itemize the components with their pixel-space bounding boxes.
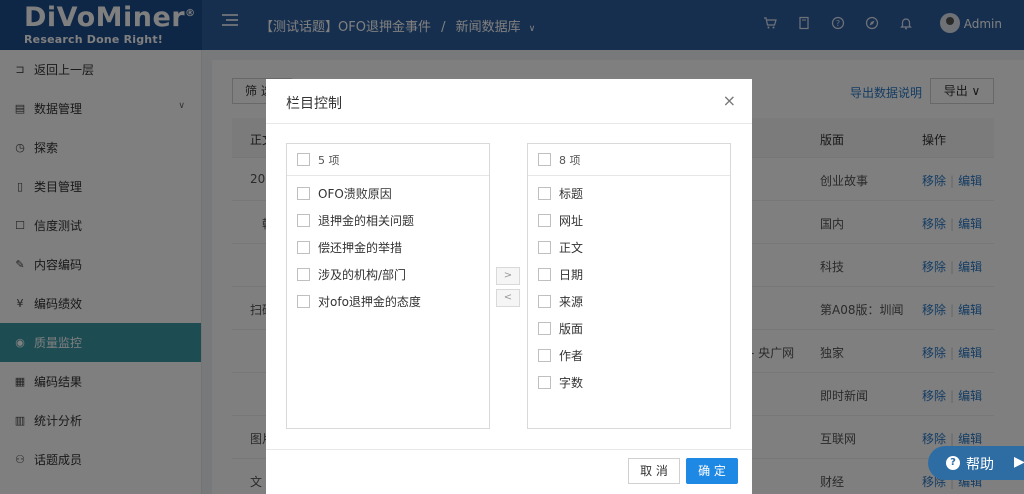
item-checkbox[interactable] [538, 322, 551, 335]
item-label: 日期 [559, 268, 584, 282]
item-label: 作者 [559, 349, 584, 363]
item-label: 字数 [559, 376, 584, 390]
item-checkbox[interactable] [297, 241, 310, 254]
list-item[interactable]: 对ofo退押金的态度 [287, 288, 489, 315]
confirm-button[interactable]: 确 定 [686, 458, 738, 484]
help-label: 帮助 [966, 457, 994, 473]
list-item[interactable]: 网址 [528, 207, 730, 234]
move-right-button[interactable]: > [496, 267, 520, 285]
list-item[interactable]: 退押金的相关问题 [287, 207, 489, 234]
item-label: 偿还押金的举措 [318, 241, 403, 255]
divider [266, 123, 752, 124]
arrow-right-icon[interactable]: ▶ [1014, 454, 1024, 470]
dialog-title: 栏目控制 [286, 96, 342, 112]
item-checkbox[interactable] [538, 268, 551, 281]
selected-columns-panel: 8 项 标题 网址 正文 日期 来源 版面 作者 字数 [527, 143, 731, 429]
help-button[interactable]: ? 帮助 ▶ [928, 446, 1024, 480]
list-item[interactable]: 字数 [528, 369, 730, 396]
item-checkbox[interactable] [297, 295, 310, 308]
item-label: 标题 [559, 187, 584, 201]
item-label: 对ofo退押金的态度 [318, 295, 421, 309]
available-columns-panel: 5 项 OFO溃败原因 退押金的相关问题 偿还押金的举措 涉及的机构/部门 对o… [286, 143, 490, 429]
item-label: 正文 [559, 241, 584, 255]
column-control-dialog: 栏目控制 × 5 项 OFO溃败原因 退押金的相关问题 偿还押金的举措 涉及的机… [266, 79, 752, 494]
list-item[interactable]: 来源 [528, 288, 730, 315]
select-all-checkbox[interactable] [297, 153, 310, 166]
list-item[interactable]: 正文 [528, 234, 730, 261]
item-checkbox[interactable] [297, 268, 310, 281]
panel-header: 8 项 [528, 144, 730, 176]
item-checkbox[interactable] [538, 349, 551, 362]
list-item[interactable]: 作者 [528, 342, 730, 369]
item-checkbox[interactable] [538, 241, 551, 254]
move-left-button[interactable]: < [496, 289, 520, 307]
list-item[interactable]: 涉及的机构/部门 [287, 261, 489, 288]
item-label: 网址 [559, 214, 584, 228]
select-all-checkbox[interactable] [538, 153, 551, 166]
item-checkbox[interactable] [538, 214, 551, 227]
item-label: 退押金的相关问题 [318, 214, 415, 228]
item-checkbox[interactable] [297, 187, 310, 200]
item-checkbox[interactable] [538, 187, 551, 200]
item-label: OFO溃败原因 [318, 187, 392, 201]
item-count: 5 项 [318, 153, 340, 167]
item-label: 涉及的机构/部门 [318, 268, 407, 282]
panel-header: 5 项 [287, 144, 489, 176]
item-label: 来源 [559, 295, 584, 309]
list-item[interactable]: 日期 [528, 261, 730, 288]
close-icon[interactable]: × [723, 91, 736, 110]
divider [266, 449, 752, 450]
list-item[interactable]: 版面 [528, 315, 730, 342]
item-checkbox[interactable] [538, 376, 551, 389]
item-count: 8 项 [559, 153, 581, 167]
list-item[interactable]: 偿还押金的举措 [287, 234, 489, 261]
item-checkbox[interactable] [538, 295, 551, 308]
list-item[interactable]: OFO溃败原因 [287, 180, 489, 207]
item-checkbox[interactable] [297, 214, 310, 227]
item-label: 版面 [559, 322, 584, 336]
cancel-button[interactable]: 取 消 [628, 458, 680, 484]
list-item[interactable]: 标题 [528, 180, 730, 207]
help-icon: ? [946, 456, 960, 470]
